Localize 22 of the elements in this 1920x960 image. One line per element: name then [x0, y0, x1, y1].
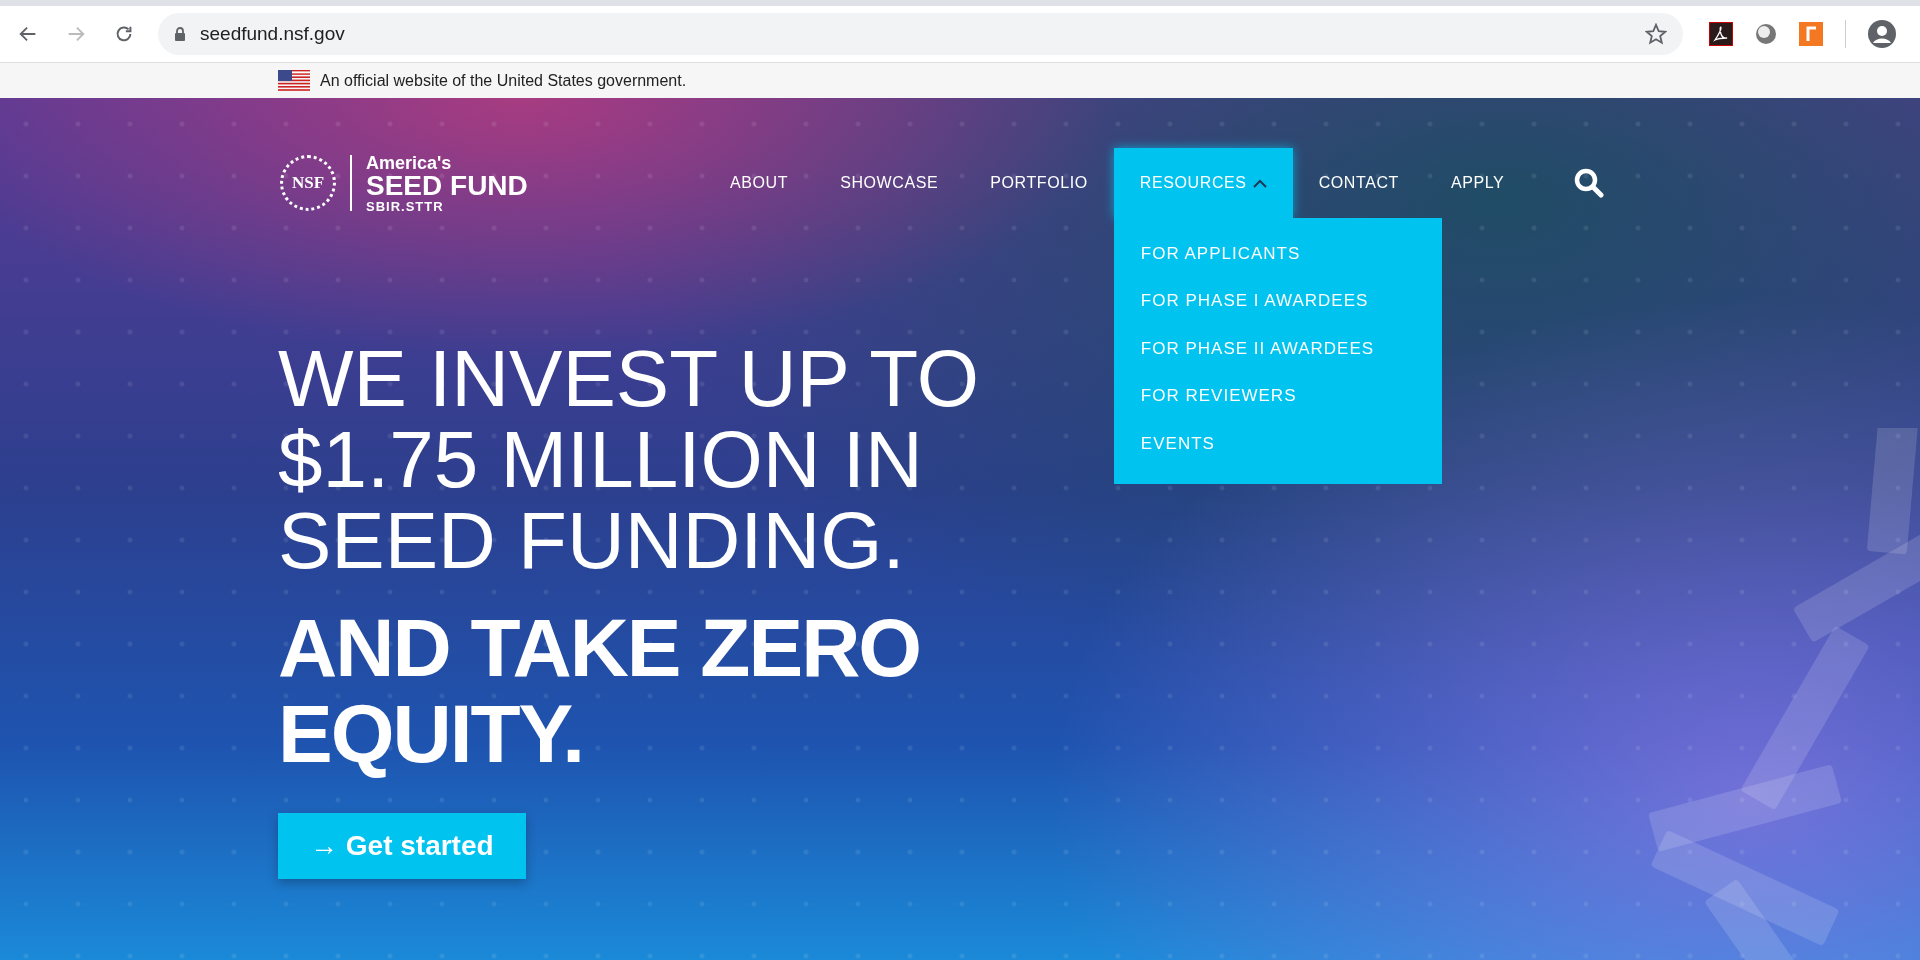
sphere-extension-icon[interactable] — [1755, 23, 1777, 45]
nav-link[interactable]: APPLY — [1424, 148, 1531, 218]
star-icon[interactable] — [1645, 23, 1667, 45]
official-site-notice: An official website of the United States government. — [320, 71, 687, 90]
nav-link[interactable]: SHOWCASE — [814, 148, 965, 218]
logo-title[interactable]: SEED FUND — [366, 171, 528, 200]
logo-text[interactable]: America's — [366, 153, 528, 172]
profile-icon[interactable] — [1868, 20, 1896, 48]
search-icon[interactable] — [1574, 168, 1605, 198]
pdf-extension-icon[interactable] — [1709, 22, 1733, 46]
subheadline: AND TAKE ZERO EQUITY. — [278, 605, 921, 777]
nsf-seal-logo[interactable]: NSF — [280, 155, 336, 211]
headline: WE INVEST UP TO $1.75 MILLION IN SEED FUNDING. — [278, 338, 979, 581]
lock-icon — [174, 26, 186, 42]
bracket-extension-icon[interactable] — [1799, 22, 1823, 46]
address-bar[interactable]: seedfund.nsf.gov — [158, 13, 1683, 55]
nav-link[interactable]: CONTACT — [1292, 148, 1425, 218]
logo-subtitle[interactable]: SBIR.STTR — [366, 199, 528, 213]
url-text: seedfund.nsf.gov — [200, 23, 346, 45]
nav-link[interactable]: ABOUT — [704, 148, 815, 218]
nav-link[interactable]: PORTFOLIO — [964, 148, 1114, 218]
flag-icon — [278, 69, 310, 92]
